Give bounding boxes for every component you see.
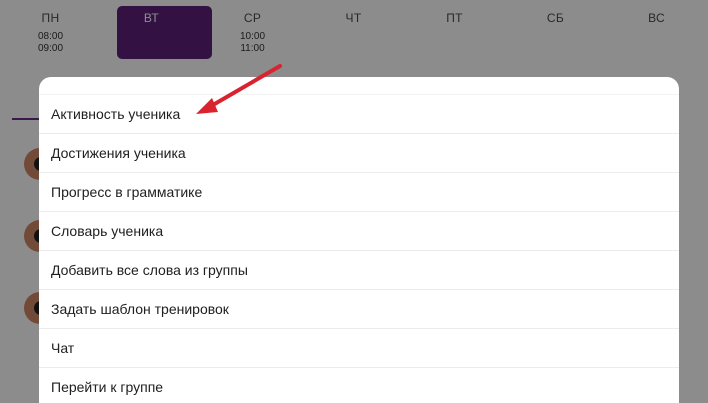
menu-item-student-vocabulary[interactable]: Словарь ученика	[39, 211, 679, 250]
red-arrow-icon	[196, 64, 282, 114]
menu-item-grammar-progress[interactable]: Прогресс в грамматике	[39, 172, 679, 211]
menu-item-student-achievements[interactable]: Достижения ученика	[39, 133, 679, 172]
menu-item-training-template[interactable]: Задать шаблон тренировок	[39, 289, 679, 328]
menu-item-add-group-words[interactable]: Добавить все слова из группы	[39, 250, 679, 289]
menu-item-go-to-group[interactable]: Перейти к группе	[39, 367, 679, 403]
menu-item-chat[interactable]: Чат	[39, 328, 679, 367]
screen: ПН 08:00 09:00 ВТ СР 10:00 11:00 ЧТ ПТ С…	[0, 0, 708, 403]
student-actions-menu: Активность ученика Достижения ученика Пр…	[39, 77, 679, 403]
menu-item-student-activity[interactable]: Активность ученика	[39, 94, 679, 133]
